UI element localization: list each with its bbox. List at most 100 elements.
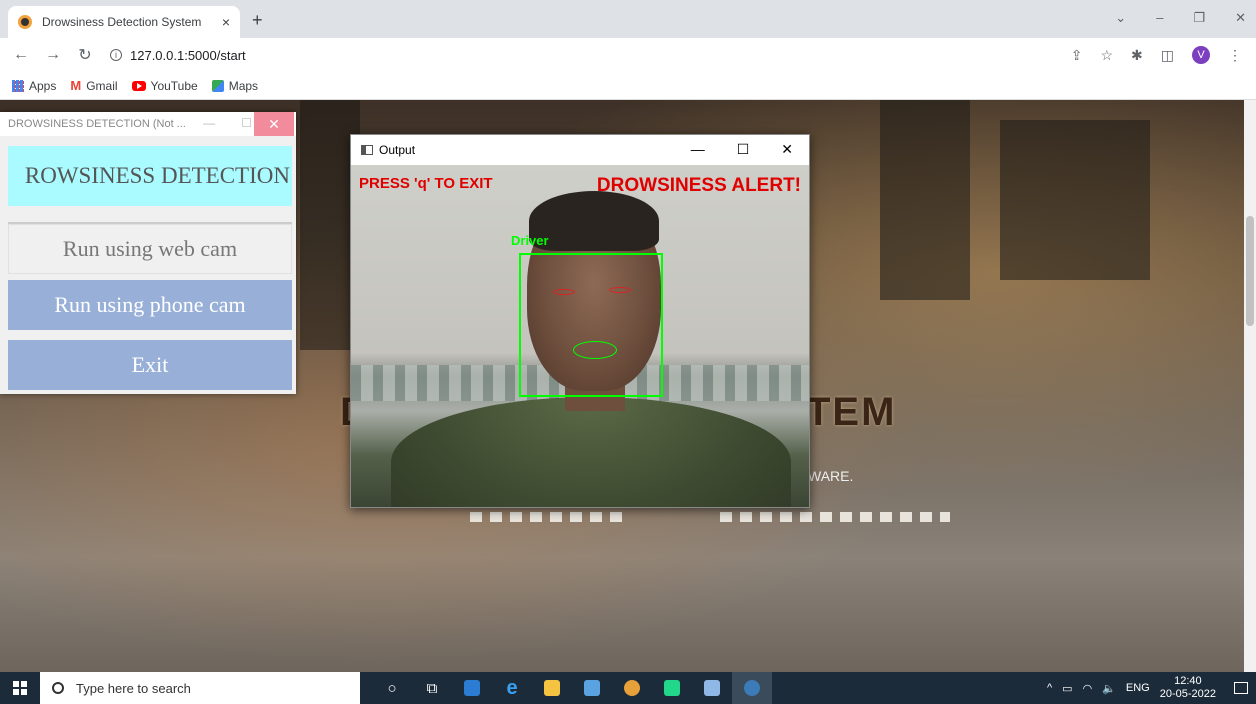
back-icon[interactable]: ← (10, 46, 32, 64)
reload-icon[interactable]: ↻ (74, 45, 96, 65)
exit-button[interactable]: Exit (8, 340, 292, 390)
face-label: Driver (511, 233, 549, 248)
pycharm-icon[interactable] (652, 672, 692, 704)
wifi-icon[interactable]: ◠ (1083, 682, 1093, 695)
volume-icon[interactable]: 🔈 (1102, 682, 1116, 695)
start-button[interactable] (0, 672, 40, 704)
road-marking (720, 512, 950, 522)
run-phonecam-button[interactable]: Run using phone cam (8, 280, 292, 330)
avatar[interactable]: V (1192, 46, 1210, 64)
person-body (391, 397, 791, 507)
browser-tabbar: Drowsiness Detection System × + ⌄ – ❐ ✕ (0, 0, 1256, 38)
system-tray: ^ ▭ ◠ 🔈 ENG 12:40 20-05-2022 (1047, 672, 1256, 704)
search-placeholder: Type here to search (76, 680, 191, 696)
address-bar: ← → ↻ i 127.0.0.1:5000/start ⇪ ☆ ✱ ◫ V ⋮ (0, 38, 1256, 72)
chevron-up-icon[interactable]: ^ (1047, 682, 1052, 694)
tk-heading: ROWSINESS DETECTION (8, 146, 292, 206)
notepad-icon[interactable] (692, 672, 732, 704)
scroll-thumb[interactable] (1246, 216, 1254, 326)
maximize-icon[interactable]: ☐ (241, 116, 252, 130)
bookmark-label: Gmail (86, 78, 118, 93)
apps-grid-icon (12, 79, 24, 92)
url-text: 127.0.0.1:5000/start (130, 47, 246, 63)
info-icon[interactable]: i (110, 49, 122, 61)
page-subtitle-fragment: WARE. (808, 468, 854, 484)
new-tab-button[interactable]: + (252, 10, 263, 31)
clock-time: 12:40 (1174, 675, 1202, 687)
tk-window-controls: — ☐ (203, 116, 252, 130)
store-icon[interactable] (572, 672, 612, 704)
clock[interactable]: 12:40 20-05-2022 (1160, 675, 1216, 701)
gmail-icon: M (70, 78, 82, 93)
tab-title: Drowsiness Detection System (42, 15, 202, 29)
maximize-icon[interactable]: ☐ (737, 141, 750, 158)
minimize-icon[interactable]: — (203, 116, 215, 130)
camera-frame: Driver PRESS 'q' TO EXIT DROWSINESS ALER… (351, 165, 809, 507)
tk-close-button[interactable]: ✕ (254, 112, 294, 136)
bookmark-apps[interactable]: Apps (12, 79, 56, 93)
search-icon (52, 682, 64, 694)
close-icon[interactable]: ✕ (1235, 10, 1246, 26)
exit-instruction: PRESS 'q' TO EXIT (359, 175, 493, 192)
taskbar: Type here to search ○ ⧉ e ^ ▭ ◠ 🔈 ENG 12… (0, 672, 1256, 704)
face-detection-box (519, 253, 663, 397)
tk-control-window: DROWSINESS DETECTION (Not ... — ☐ ✕ ROWS… (0, 112, 296, 394)
favicon-icon (18, 15, 32, 29)
taskbar-search[interactable]: Type here to search (40, 672, 360, 704)
left-eye-contour (553, 289, 575, 295)
extensions-icon[interactable]: ✱ (1131, 47, 1143, 64)
taskbar-apps: ○ ⧉ e (372, 672, 772, 704)
drowsiness-alert: DROWSINESS ALERT! (596, 175, 801, 196)
close-icon[interactable]: ✕ (781, 141, 793, 158)
battery-icon[interactable]: ▭ (1062, 682, 1072, 695)
tk-window-title: DROWSINESS DETECTION (Not ... (8, 118, 186, 130)
cv-titlebar[interactable]: Output — ☐ ✕ (351, 135, 809, 165)
window-icon (361, 145, 373, 155)
bg-building (880, 100, 970, 300)
bookmark-gmail[interactable]: M Gmail (70, 78, 117, 93)
minimize-icon[interactable]: – (1156, 10, 1163, 26)
star-icon[interactable]: ☆ (1100, 47, 1113, 64)
cv-output-window: Output — ☐ ✕ Driver PRESS 'q' TO EXIT DR… (350, 134, 810, 508)
share-icon[interactable]: ⇪ (1071, 47, 1083, 64)
tab-close-icon[interactable]: × (222, 14, 230, 30)
road-marking (470, 512, 630, 522)
right-eye-contour (609, 287, 631, 293)
youtube-icon (131, 80, 146, 91)
maps-icon (211, 79, 224, 92)
page-title-fragment: TEM (806, 390, 897, 434)
mail-icon[interactable] (452, 672, 492, 704)
windows-logo-icon (13, 681, 27, 695)
menu-icon[interactable]: ⋮ (1228, 47, 1242, 64)
clock-date: 20-05-2022 (1159, 688, 1216, 700)
tk-titlebar[interactable]: DROWSINESS DETECTION (Not ... — ☐ ✕ (0, 112, 296, 136)
minimize-icon[interactable]: — (691, 141, 705, 158)
page-scrollbar[interactable] (1244, 100, 1256, 672)
bookmark-youtube[interactable]: YouTube (131, 78, 198, 93)
cv-window-title: Output (379, 143, 416, 157)
bookmark-maps[interactable]: Maps (211, 78, 259, 93)
toolbar-icons: ⇪ ☆ ✱ ◫ V ⋮ (1071, 46, 1242, 64)
chrome-icon[interactable] (612, 672, 652, 704)
run-webcam-button[interactable]: Run using web cam (8, 224, 292, 274)
task-view-icon[interactable]: ⧉ (412, 672, 452, 704)
bookmark-label: Maps (228, 78, 259, 93)
mouth-contour (573, 341, 617, 359)
cv-window-controls: — ☐ ✕ (691, 141, 793, 158)
forward-icon[interactable]: → (42, 46, 64, 64)
edge-icon[interactable]: e (492, 672, 532, 704)
chevron-down-icon[interactable]: ⌄ (1115, 10, 1126, 26)
sidepanel-icon[interactable]: ◫ (1161, 47, 1174, 64)
language-indicator[interactable]: ENG (1126, 682, 1150, 694)
python-icon[interactable] (732, 672, 772, 704)
notification-icon[interactable] (1234, 682, 1248, 694)
url-field[interactable]: i 127.0.0.1:5000/start (110, 48, 246, 63)
bookmark-label: YouTube (150, 78, 198, 93)
bookmark-label: Apps (29, 78, 57, 93)
restore-icon[interactable]: ❐ (1193, 10, 1205, 26)
bg-building (1000, 120, 1150, 280)
bookmarks-bar: Apps M Gmail YouTube Maps (0, 72, 1256, 100)
file-explorer-icon[interactable] (532, 672, 572, 704)
cortana-icon[interactable]: ○ (372, 672, 412, 704)
browser-tab[interactable]: Drowsiness Detection System × (8, 6, 240, 38)
